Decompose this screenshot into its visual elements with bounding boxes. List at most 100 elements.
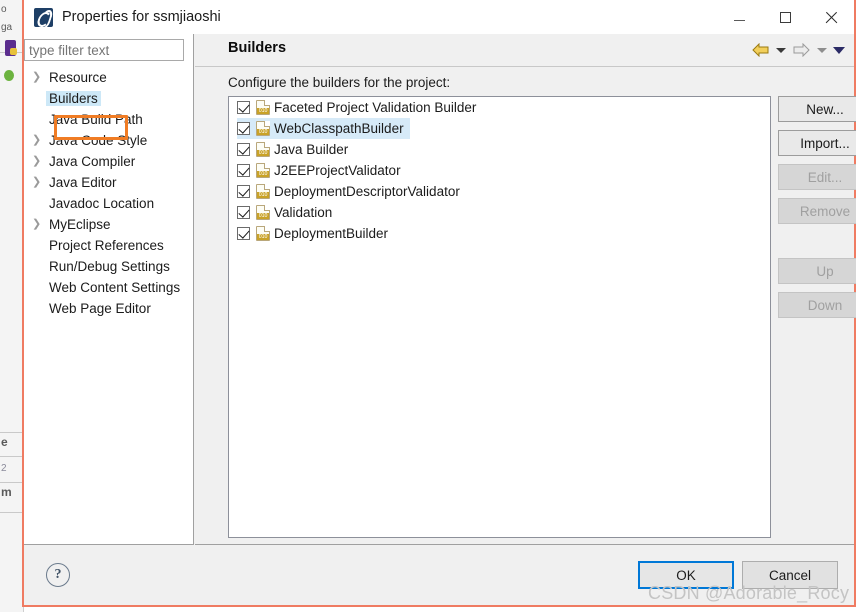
background-text-fragment: e [1,435,8,449]
sidebar-item-label: MyEclipse [49,217,111,232]
list-item-label: WebClasspathBuilder [274,121,404,136]
list-item-label: Java Builder [274,142,349,157]
forward-button[interactable] [790,39,812,61]
background-divider [0,482,22,483]
watermark: CSDN @Adorable_Rocy [648,583,850,603]
sidebar-item-label: Resource [49,70,107,85]
new-button[interactable]: New... [778,96,856,122]
background-icon-yellow [10,48,17,55]
sidebar-item-resource[interactable]: ❯ Resource [24,67,194,88]
builder-icon: 010 [256,163,270,178]
maximize-icon [779,11,791,23]
builders-actions: New... Import... Edit... Remove Up Down [778,96,856,326]
list-item[interactable]: 010 Validation [229,202,770,223]
sidebar-item-label: Project References [49,238,164,253]
sidebar-item-label: Builders [46,91,101,106]
page-hint: Configure the builders for the project: [228,75,451,90]
checkbox-checked-icon[interactable] [237,206,250,219]
chevron-down-icon [832,46,845,54]
back-history-button[interactable] [773,39,788,61]
minimize-icon [733,19,745,21]
back-arrow-icon [751,43,768,57]
checkbox-checked-icon[interactable] [237,143,250,156]
sidebar-item-java-editor[interactable]: ❯ Java Editor [24,172,194,193]
minimize-button[interactable] [716,0,762,34]
close-button[interactable] [808,0,854,34]
background-text-fragment: o [1,4,7,15]
tree-indent: ❯ [32,277,46,298]
builder-icon: 010 [256,100,270,115]
sidebar-item-java-compiler[interactable]: ❯ Java Compiler [24,151,194,172]
dialog-titlebar[interactable]: Properties for ssmjiaoshi [24,0,854,34]
screen: o ga e 2 m Properties for ssmjiaoshi typ… [0,0,856,612]
sidebar-item-label: Java Editor [49,175,117,190]
builders-list[interactable]: 010 Faceted Project Validation Builder 0… [228,96,771,538]
checkbox-checked-icon[interactable] [237,122,250,135]
sidebar-item-web-content-settings[interactable]: ❯ Web Content Settings [24,277,194,298]
list-item-content: 010 DeploymentBuilder [237,223,394,244]
sidebar-item-myeclipse[interactable]: ❯ MyEclipse [24,214,194,235]
list-item[interactable]: 010 DeploymentDescriptorValidator [229,181,770,202]
sidebar-item-web-page-editor[interactable]: ❯ Web Page Editor [24,298,194,319]
background-icon-green [4,70,14,81]
checkbox-checked-icon[interactable] [237,164,250,177]
tree-indent: ❯ [32,88,46,109]
list-item-label: DeploymentBuilder [274,226,389,241]
chevron-right-icon[interactable]: ❯ [32,67,46,88]
help-icon[interactable]: ? [46,563,70,587]
sidebar-item-project-references[interactable]: ❯ Project References [24,235,194,256]
sidebar-item-label: Web Content Settings [49,280,181,295]
sidebar-item-java-build-path[interactable]: ❯ Java Build Path [24,109,194,130]
list-item[interactable]: 010 Faceted Project Validation Builder [229,97,770,118]
list-item[interactable]: 010 J2EEProjectValidator [229,160,770,181]
checkbox-checked-icon[interactable] [237,227,250,240]
sidebar-item-javadoc-location[interactable]: ❯ Javadoc Location [24,193,194,214]
back-button[interactable] [749,39,771,61]
chevron-down-icon [775,47,786,53]
checkbox-checked-icon[interactable] [237,185,250,198]
builder-icon: 010 [256,226,270,241]
list-item[interactable]: 010 DeploymentBuilder [229,223,770,244]
window-controls [716,0,854,34]
chevron-right-icon[interactable]: ❯ [32,151,46,172]
sidebar-item-label: Run/Debug Settings [49,259,170,274]
page-navigation [749,39,846,61]
background-divider [0,456,22,457]
dialog-body: ❯ Resource ❯ Builders ❯ Java Build Path … [24,34,856,553]
list-item-content: 010 Java Builder [237,139,354,160]
button-spacer [778,232,848,258]
import-button[interactable]: Import... [778,130,856,156]
eclipse-properties-icon [34,7,53,27]
sidebar-item-java-code-style[interactable]: ❯ Java Code Style [24,130,194,151]
background-divider [0,512,22,513]
filter-input[interactable] [24,39,184,61]
page-menu-button[interactable] [831,39,846,61]
sidebar-item-label: Javadoc Location [49,196,155,211]
edit-button: Edit... [778,164,856,190]
background-text-fragment: ga [1,22,13,33]
chevron-right-icon[interactable]: ❯ [32,172,46,193]
sidebar-item-label: Java Code Style [49,133,148,148]
settings-tree: ❯ Resource ❯ Builders ❯ Java Build Path … [24,67,194,319]
list-item-label: Faceted Project Validation Builder [274,100,477,115]
maximize-button[interactable] [762,0,808,34]
checkbox-checked-icon[interactable] [237,101,250,114]
page-title: Builders [228,40,287,56]
chevron-right-icon[interactable]: ❯ [32,130,46,151]
tree-indent: ❯ [32,193,46,214]
properties-dialog: Properties for ssmjiaoshi type filter te… [22,0,856,607]
list-item[interactable]: 010 Java Builder [229,139,770,160]
list-item-content: 010 WebClasspathBuilder [237,118,410,139]
sidebar-item-builders[interactable]: ❯ Builders [24,88,194,109]
builder-icon: 010 [256,184,270,199]
move-up-button: Up [778,258,856,284]
settings-tree-panel: ❯ Resource ❯ Builders ❯ Java Build Path … [24,34,194,545]
chevron-right-icon[interactable]: ❯ [32,214,46,235]
sidebar-item-run-debug-settings[interactable]: ❯ Run/Debug Settings [24,256,194,277]
forward-history-button[interactable] [814,39,829,61]
list-item-label: DeploymentDescriptorValidator [274,184,460,199]
remove-button: Remove [778,198,856,224]
list-item[interactable]: 010 WebClasspathBuilder [229,118,770,139]
move-down-button: Down [778,292,856,318]
list-item-content: 010 Faceted Project Validation Builder [237,97,482,118]
